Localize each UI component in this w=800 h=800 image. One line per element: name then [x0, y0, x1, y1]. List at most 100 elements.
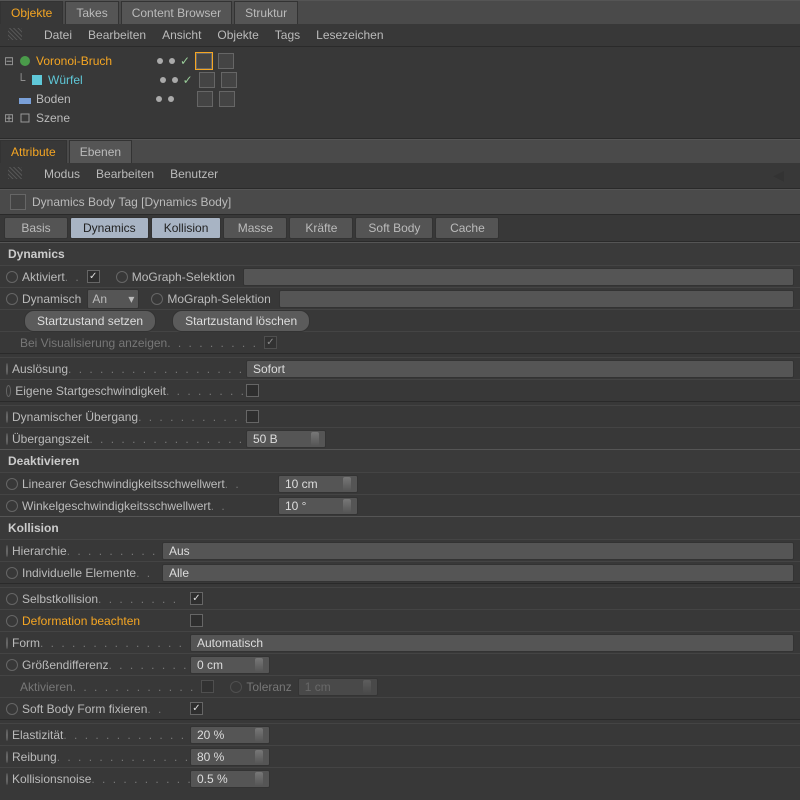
render-dot-icon[interactable]: [168, 96, 174, 102]
tab-attribute[interactable]: Attribute: [0, 140, 67, 163]
subtab-masse[interactable]: Masse: [223, 217, 287, 239]
checkbox-deform[interactable]: [190, 614, 203, 627]
field-kollnoise[interactable]: 0.5 %: [190, 770, 270, 788]
spinner-icon[interactable]: [255, 658, 263, 672]
mograph-sel-field[interactable]: [243, 268, 794, 286]
menu-benutzer[interactable]: Benutzer: [170, 167, 218, 184]
object-name[interactable]: Würfel: [48, 73, 83, 87]
field-groessen[interactable]: 0 cm: [190, 656, 270, 674]
field-uebergangszeit[interactable]: 50 B: [246, 430, 326, 448]
mograph-sel-field2[interactable]: [279, 290, 794, 308]
anim-dot-icon[interactable]: [6, 567, 18, 579]
field-reibung[interactable]: 80 %: [190, 748, 270, 766]
render-dot-icon[interactable]: [169, 58, 175, 64]
checkbox-aktiviert[interactable]: ✓: [87, 270, 100, 283]
anim-dot-icon[interactable]: [6, 545, 8, 557]
spinner-icon[interactable]: [255, 772, 263, 786]
anim-dot-icon[interactable]: [6, 433, 8, 445]
layer-dot-icon[interactable]: [157, 58, 163, 64]
tab-struktur[interactable]: Struktur: [234, 1, 298, 24]
anim-dot-icon[interactable]: [6, 500, 18, 512]
label-lin-gesch: Linearer Geschwindigkeitsschwellwert: [22, 477, 225, 491]
btn-startzustand-setzen[interactable]: Startzustand setzen: [24, 310, 156, 332]
spinner-icon[interactable]: [255, 728, 263, 742]
subtab-softbody[interactable]: Soft Body: [355, 217, 433, 239]
enable-check-icon[interactable]: ✓: [183, 73, 193, 87]
tab-content-browser[interactable]: Content Browser: [121, 1, 232, 24]
row-uebergangszeit: Übergangszeit . . . . . . . . . . . . . …: [0, 427, 800, 449]
select-hierarchie[interactable]: Aus: [162, 542, 794, 560]
menu-ansicht[interactable]: Ansicht: [162, 28, 201, 42]
select-dynamisch[interactable]: An▾: [87, 289, 139, 309]
checkbox-selbst[interactable]: ✓: [190, 592, 203, 605]
tag-icon[interactable]: [197, 91, 213, 107]
anim-dot-icon[interactable]: [6, 729, 8, 741]
menu-lesezeichen[interactable]: Lesezeichen: [316, 28, 383, 42]
subtab-cache[interactable]: Cache: [435, 217, 499, 239]
layer-dot-icon[interactable]: [160, 77, 166, 83]
tree-row-voronoi[interactable]: ⊟ Voronoi-Bruch ✓: [4, 51, 796, 70]
spinner-icon[interactable]: [343, 477, 351, 491]
render-dot-icon[interactable]: [172, 77, 178, 83]
tag-icon[interactable]: [219, 91, 235, 107]
select-form[interactable]: Automatisch: [190, 634, 794, 652]
subtab-dynamics[interactable]: Dynamics: [70, 217, 149, 239]
anim-dot-icon[interactable]: [6, 478, 18, 490]
tree-row-szene[interactable]: ⊞ Szene: [4, 108, 796, 127]
enable-check-icon[interactable]: ✓: [180, 54, 190, 68]
spinner-icon[interactable]: [255, 750, 263, 764]
subtab-basis[interactable]: Basis: [4, 217, 68, 239]
tag-icon[interactable]: [218, 53, 234, 69]
subtab-kollision[interactable]: Kollision: [151, 217, 222, 239]
checkbox-softbody-fix[interactable]: ✓: [190, 702, 203, 715]
layer-dot-icon[interactable]: [156, 96, 162, 102]
btn-startzustand-loeschen[interactable]: Startzustand löschen: [172, 310, 310, 332]
subtab-kraefte[interactable]: Kräfte: [289, 217, 353, 239]
nav-arrow-icon[interactable]: ◀: [773, 167, 792, 184]
menu-datei[interactable]: Datei: [44, 28, 72, 42]
spinner-icon[interactable]: [311, 432, 319, 446]
object-name[interactable]: Boden: [36, 92, 71, 106]
anim-dot-icon[interactable]: [6, 271, 18, 283]
tree-row-boden[interactable]: Boden: [4, 89, 796, 108]
expand-icon[interactable]: ⊟: [4, 54, 14, 68]
anim-dot-icon[interactable]: [6, 615, 18, 627]
tag-icon[interactable]: [221, 72, 237, 88]
tab-takes[interactable]: Takes: [65, 1, 118, 24]
menu-modus[interactable]: Modus: [44, 167, 80, 184]
field-lin-gesch[interactable]: 10 cm: [278, 475, 358, 493]
checkbox-eigene-start[interactable]: [246, 384, 259, 397]
object-name[interactable]: Szene: [36, 111, 70, 125]
anim-dot-icon[interactable]: [6, 385, 11, 397]
spinner-icon[interactable]: [343, 499, 351, 513]
menu-objekte[interactable]: Objekte: [217, 28, 258, 42]
field-elast[interactable]: 20 %: [190, 726, 270, 744]
select-ausloesung[interactable]: Sofort: [246, 360, 794, 378]
row-dynamisch: Dynamisch An▾ MoGraph-Selektion: [0, 287, 800, 309]
dynamics-tag-icon[interactable]: [196, 53, 212, 69]
menu-bearbeiten[interactable]: Bearbeiten: [88, 28, 146, 42]
anim-dot-icon[interactable]: [6, 703, 18, 715]
select-indiv[interactable]: Alle: [162, 564, 794, 582]
menu-tags[interactable]: Tags: [275, 28, 300, 42]
field-wink-gesch[interactable]: 10 °: [278, 497, 358, 515]
anim-dot-icon[interactable]: [6, 363, 8, 375]
expand-icon[interactable]: ⊞: [4, 111, 14, 125]
anim-dot-icon[interactable]: [151, 293, 163, 305]
anim-dot-icon[interactable]: [6, 773, 8, 785]
row-lin-gesch: Linearer Geschwindigkeitsschwellwert . .…: [0, 472, 800, 494]
tab-objekte[interactable]: Objekte: [0, 1, 63, 24]
tab-ebenen[interactable]: Ebenen: [69, 140, 132, 163]
menu-bearbeiten[interactable]: Bearbeiten: [96, 167, 154, 184]
anim-dot-icon[interactable]: [6, 637, 8, 649]
anim-dot-icon[interactable]: [6, 411, 8, 423]
anim-dot-icon[interactable]: [6, 293, 18, 305]
anim-dot-icon[interactable]: [6, 659, 18, 671]
anim-dot-icon[interactable]: [116, 271, 128, 283]
anim-dot-icon[interactable]: [6, 593, 18, 605]
checkbox-dyn-ueber[interactable]: [246, 410, 259, 423]
anim-dot-icon[interactable]: [6, 751, 8, 763]
object-name[interactable]: Voronoi-Bruch: [36, 54, 112, 68]
tag-icon[interactable]: [199, 72, 215, 88]
tree-row-wuerfel[interactable]: └ Würfel ✓: [4, 70, 796, 89]
